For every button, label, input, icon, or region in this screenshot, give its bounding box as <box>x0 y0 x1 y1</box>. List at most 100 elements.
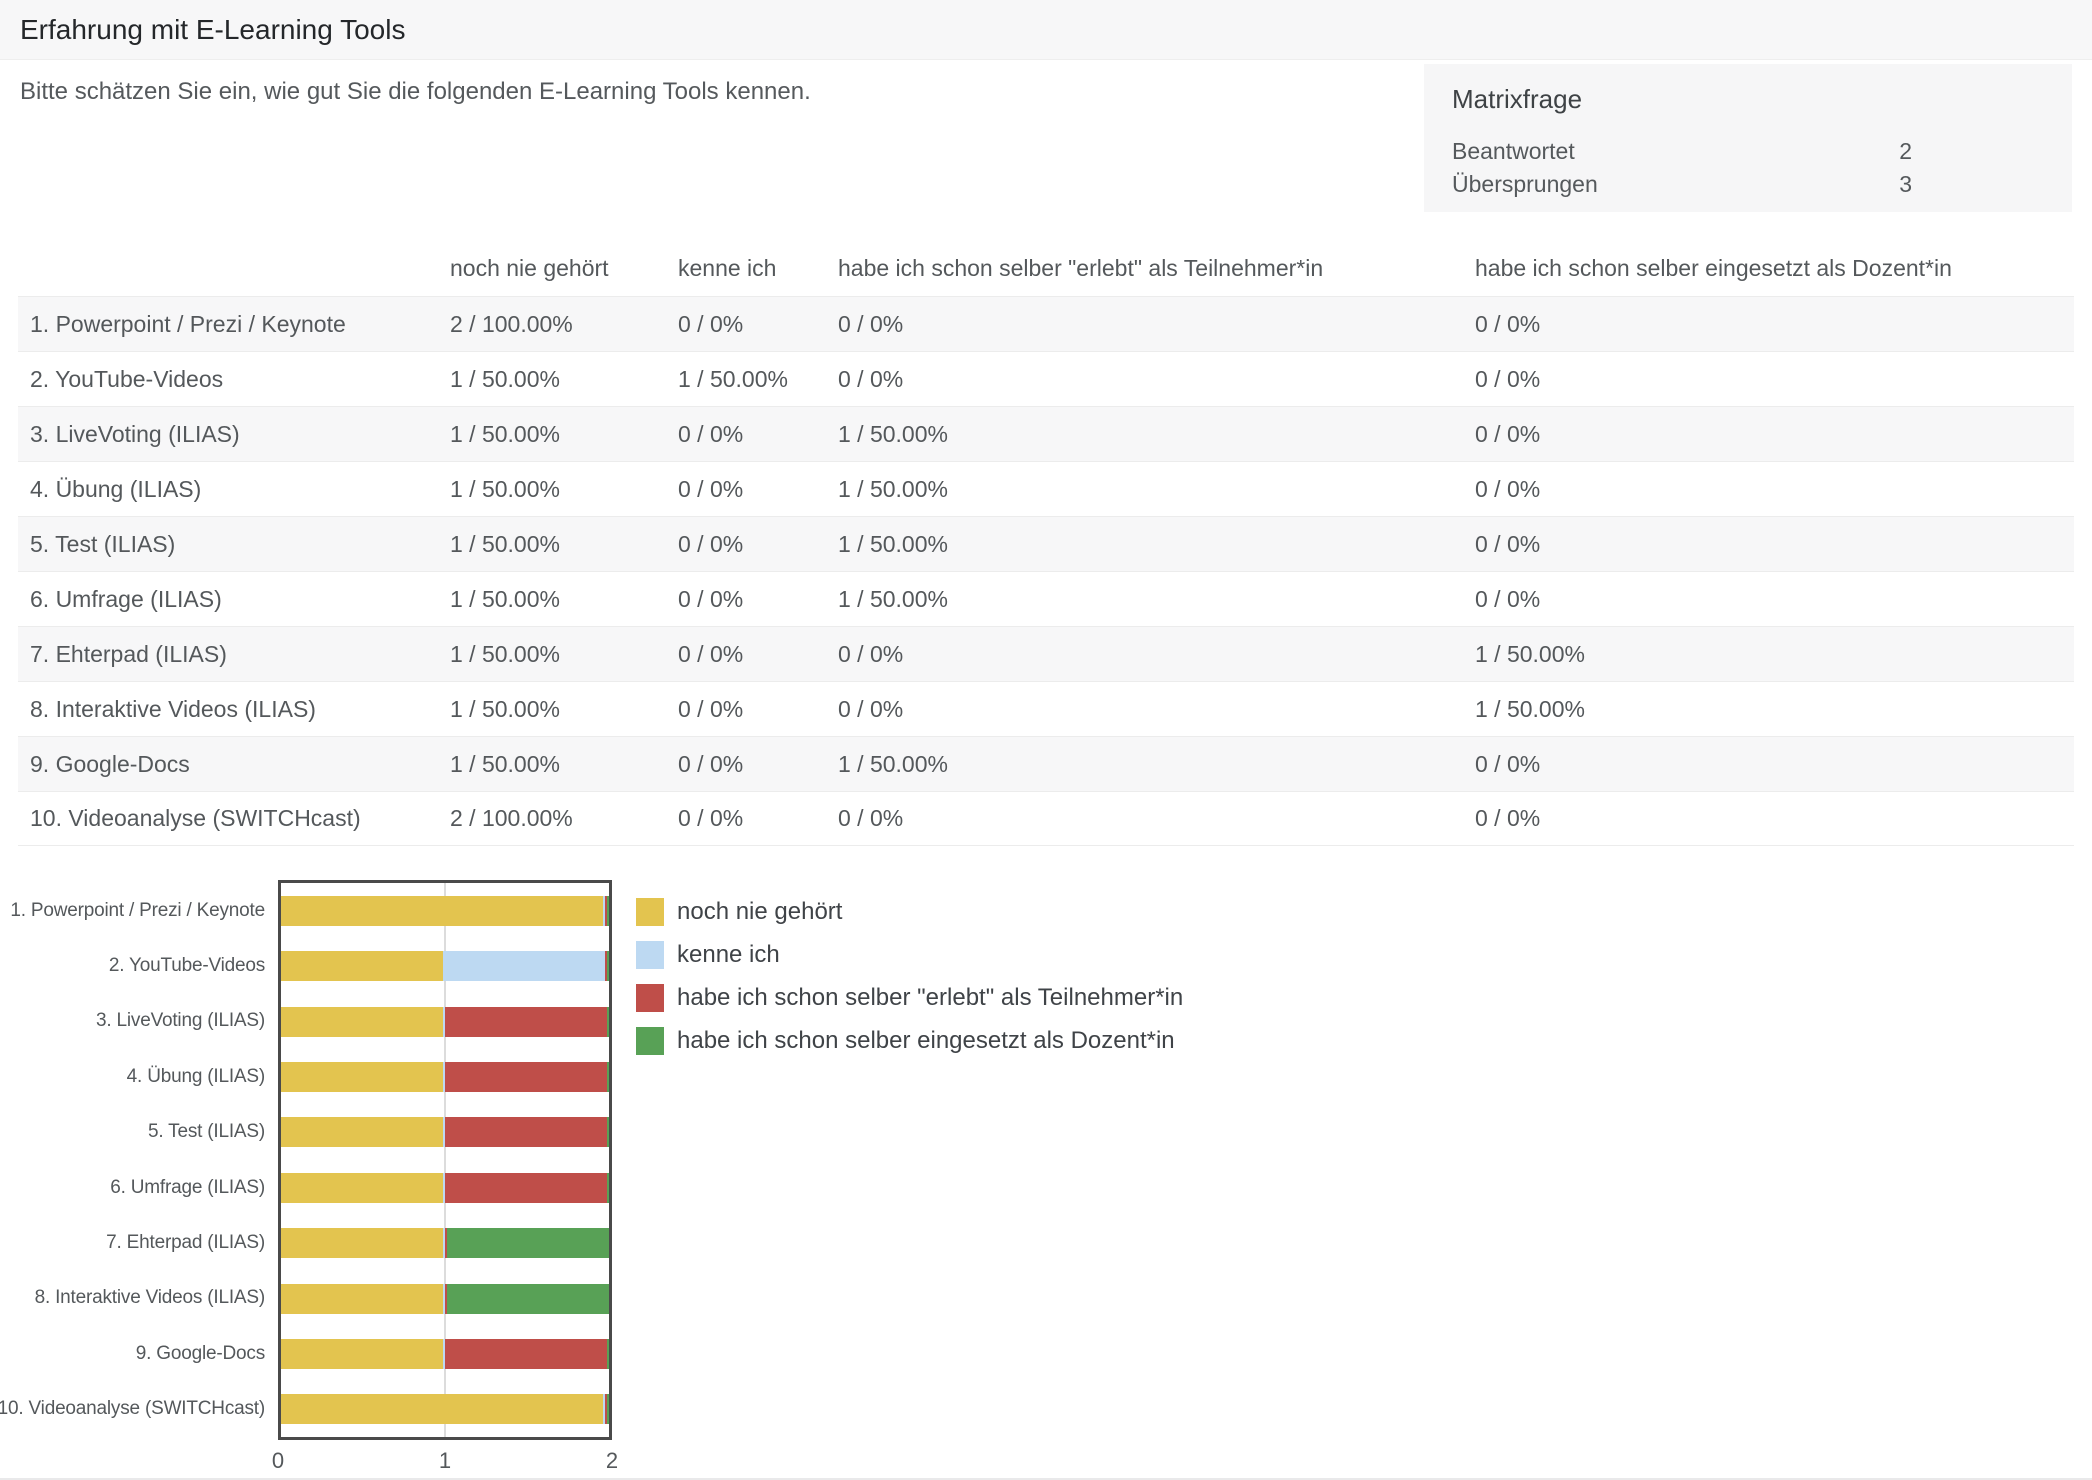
x-tick: 0 <box>272 1448 284 1474</box>
table-row: 9. Google-Docs 1 / 50.00% 0 / 0% 1 / 50.… <box>18 736 2074 791</box>
bar-segment <box>281 1394 603 1424</box>
stat-row: Übersprungen 3 <box>1452 168 1912 201</box>
table-cell: 0 / 0% <box>1475 421 2074 448</box>
bar-segment <box>447 1228 609 1258</box>
legend-swatch <box>636 898 664 926</box>
bar-row <box>281 938 609 993</box>
bar-segment <box>281 1339 443 1369</box>
chart-category-label: 2. YouTube-Videos <box>0 938 265 993</box>
row-label: 8. Interaktive Videos (ILIAS) <box>18 696 450 723</box>
bar-segment <box>443 951 605 981</box>
bar-segment <box>281 1062 443 1092</box>
table-body: 1. Powerpoint / Prezi / Keynote 2 / 100.… <box>18 296 2074 846</box>
row-label: 4. Übung (ILIAS) <box>18 476 450 503</box>
table-cell: 0 / 0% <box>1475 366 2074 393</box>
stat-value: 3 <box>1899 168 1912 201</box>
table-cell: 0 / 0% <box>1475 531 2074 558</box>
table-cell: 0 / 0% <box>1475 311 2074 338</box>
table-row: 10. Videoanalyse (SWITCHcast) 2 / 100.00… <box>18 791 2074 846</box>
table-header-row: noch nie gehört kenne ich habe ich schon… <box>18 240 2074 296</box>
bar-segment <box>607 1117 609 1147</box>
chart-category-label: 7. Ehterpad (ILIAS) <box>0 1215 265 1270</box>
table-cell: 0 / 0% <box>678 476 838 503</box>
table-cell: 0 / 0% <box>678 805 838 832</box>
stat-label: Übersprungen <box>1452 168 1598 201</box>
table-cell: 1 / 50.00% <box>838 421 1475 448</box>
bar-segment <box>445 1117 607 1147</box>
table-cell: 0 / 0% <box>678 696 838 723</box>
chart-category-label: 8. Interaktive Videos (ILIAS) <box>0 1271 265 1326</box>
bar-segment <box>281 1117 443 1147</box>
stats-card: Matrixfrage Beantwortet 2 Übersprungen 3 <box>1424 64 2072 212</box>
table-cell: 1 / 50.00% <box>1475 641 2074 668</box>
table-cell: 1 / 50.00% <box>450 586 678 613</box>
legend-label: noch nie gehört <box>677 898 842 926</box>
stat-row: Beantwortet 2 <box>1452 135 1912 168</box>
bar-row <box>281 883 609 938</box>
bar-segment <box>445 1173 607 1203</box>
chart-category-label: 9. Google-Docs <box>0 1326 265 1381</box>
bar <box>281 1007 609 1037</box>
legend-swatch <box>636 941 664 969</box>
table-cell: 1 / 50.00% <box>838 476 1475 503</box>
chart: 1. Powerpoint / Prezi / Keynote2. YouTub… <box>0 880 2092 1480</box>
bar <box>281 1284 609 1314</box>
table-cell: 2 / 100.00% <box>450 805 678 832</box>
bar <box>281 1339 609 1369</box>
bar-segment <box>281 1228 443 1258</box>
bar <box>281 1062 609 1092</box>
row-label: 7. Ehterpad (ILIAS) <box>18 641 450 668</box>
row-label: 1. Powerpoint / Prezi / Keynote <box>18 311 450 338</box>
row-label: 3. LiveVoting (ILIAS) <box>18 421 450 448</box>
table-cell: 0 / 0% <box>838 311 1475 338</box>
row-label: 10. Videoanalyse (SWITCHcast) <box>18 805 450 832</box>
table-row: 6. Umfrage (ILIAS) 1 / 50.00% 0 / 0% 1 /… <box>18 571 2074 626</box>
table-cell: 0 / 0% <box>838 696 1475 723</box>
chart-category-label: 5. Test (ILIAS) <box>0 1105 265 1160</box>
table-cell: 0 / 0% <box>678 421 838 448</box>
row-label: 2. YouTube-Videos <box>18 366 450 393</box>
column-header: habe ich schon selber "erlebt" als Teiln… <box>838 255 1475 282</box>
bar-segment <box>281 1173 443 1203</box>
stat-value: 2 <box>1899 135 1912 168</box>
x-tick: 1 <box>439 1448 451 1474</box>
table-cell: 0 / 0% <box>838 366 1475 393</box>
legend-label: kenne ich <box>677 941 780 969</box>
column-header: noch nie gehört <box>450 255 678 282</box>
chart-category-label: 4. Übung (ILIAS) <box>0 1049 265 1104</box>
bar-row <box>281 1271 609 1326</box>
bar-segment <box>445 1062 607 1092</box>
table-cell: 2 / 100.00% <box>450 311 678 338</box>
row-label: 9. Google-Docs <box>18 751 450 778</box>
table-cell: 1 / 50.00% <box>838 531 1475 558</box>
bar-row <box>281 1326 609 1381</box>
table-cell: 1 / 50.00% <box>838 586 1475 613</box>
bar <box>281 1117 609 1147</box>
chart-legend: noch nie gehört kenne ich habe ich schon… <box>636 898 1183 1070</box>
stat-label: Beantwortet <box>1452 135 1575 168</box>
column-header: habe ich schon selber eingesetzt als Doz… <box>1475 255 2074 282</box>
legend-label: habe ich schon selber "erlebt" als Teiln… <box>677 984 1183 1012</box>
chart-category-label: 6. Umfrage (ILIAS) <box>0 1160 265 1215</box>
legend-item: noch nie gehört <box>636 898 1183 926</box>
table-cell: 1 / 50.00% <box>450 476 678 503</box>
bar-row <box>281 1382 609 1437</box>
bar-segment <box>447 1284 609 1314</box>
table-cell: 0 / 0% <box>1475 586 2074 613</box>
bar-row <box>281 1215 609 1270</box>
bar-row <box>281 1105 609 1160</box>
table-row: 1. Powerpoint / Prezi / Keynote 2 / 100.… <box>18 296 2074 351</box>
bar-segment <box>607 896 609 926</box>
bar-segment <box>607 1339 609 1369</box>
table-row: 3. LiveVoting (ILIAS) 1 / 50.00% 0 / 0% … <box>18 406 2074 461</box>
stats-card-title: Matrixfrage <box>1452 84 2044 115</box>
x-tick: 2 <box>606 1448 618 1474</box>
legend-item: habe ich schon selber eingesetzt als Doz… <box>636 1027 1183 1055</box>
legend-item: kenne ich <box>636 941 1183 969</box>
table-row: 8. Interaktive Videos (ILIAS) 1 / 50.00%… <box>18 681 2074 736</box>
bar <box>281 1228 609 1258</box>
chart-category-labels: 1. Powerpoint / Prezi / Keynote2. YouTub… <box>0 883 265 1437</box>
bar-segment <box>607 1173 609 1203</box>
table-row: 5. Test (ILIAS) 1 / 50.00% 0 / 0% 1 / 50… <box>18 516 2074 571</box>
table-cell: 0 / 0% <box>678 751 838 778</box>
